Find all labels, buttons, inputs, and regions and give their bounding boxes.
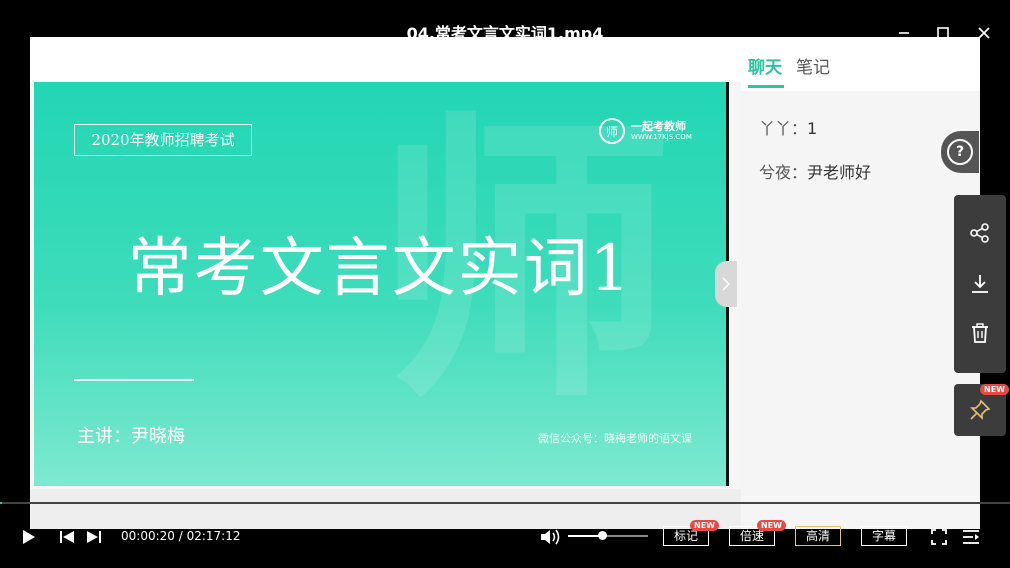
help-button[interactable]: ? [941, 131, 979, 173]
side-toolbar [954, 195, 1006, 373]
brand: 师 一起考教师 WWW.17KJS.COM [599, 118, 692, 144]
player-controls: 00:00:20 / 02:17:12 标记 NEW 倍速 NEW 高清 字幕 [0, 520, 1010, 552]
volume-icon [541, 529, 560, 545]
progress-bar[interactable] [0, 502, 1010, 504]
playlist-button[interactable] [960, 526, 982, 548]
volume-fill [568, 535, 602, 537]
panel-collapse-handle[interactable] [715, 261, 737, 307]
slide-divider [74, 379, 194, 381]
chat-user: 兮夜： [759, 163, 808, 182]
slide-main-title: 常考文言文实词1 [127, 232, 633, 306]
skip-next-icon [87, 531, 101, 543]
previous-button[interactable] [56, 526, 78, 548]
download-button[interactable] [966, 270, 994, 298]
playlist-icon [963, 530, 979, 544]
progress-fill [0, 502, 3, 504]
wechat-note: 微信公众号：晓梅老师的语文课 [538, 432, 692, 445]
side-panel: 聊天 笔记 丫丫：1 兮夜：尹老师好 [741, 37, 980, 529]
download-icon [972, 275, 988, 293]
delete-button[interactable] [966, 319, 994, 347]
volume-knob[interactable] [597, 531, 607, 540]
tab-active-indicator [748, 85, 784, 88]
brand-name: 一起考教师 [631, 119, 686, 133]
subtitle-button[interactable]: 字幕 [861, 526, 907, 546]
tab-notes[interactable]: 笔记 [796, 53, 830, 78]
brand-url: WWW.17KJS.COM [631, 132, 692, 141]
chat-message: 丫丫：1 [759, 115, 817, 139]
brand-logo-icon: 师 [599, 118, 625, 144]
panel-tabs: 聊天 笔记 [741, 37, 980, 91]
share-button[interactable] [966, 219, 994, 247]
pin-new-badge: NEW [980, 384, 1009, 395]
pin-icon [970, 399, 991, 420]
mark-new-badge: NEW [690, 520, 719, 531]
play-button[interactable] [18, 526, 40, 548]
next-button[interactable] [83, 526, 105, 548]
speaker-label: 主讲：尹晓梅 [77, 426, 185, 447]
play-icon [23, 530, 35, 544]
help-icon: ? [947, 139, 973, 165]
chat-user: 丫丫： [759, 119, 808, 138]
chevron-right-icon [722, 277, 730, 291]
chat-text: 1 [807, 119, 818, 138]
fullscreen-icon [931, 529, 947, 545]
title-bar: 04.常考文言文实词1.mp4 [0, 0, 1010, 43]
trash-icon [972, 323, 988, 343]
quality-button[interactable]: 高清 [795, 526, 841, 546]
chat-message: 兮夜：尹老师好 [759, 159, 871, 183]
volume-button[interactable] [540, 526, 562, 548]
share-icon [970, 223, 989, 243]
volume-slider[interactable] [568, 531, 648, 540]
exam-label: 2020年教师招聘考试 [74, 124, 252, 156]
skip-previous-icon [60, 531, 74, 543]
fullscreen-button[interactable] [928, 526, 950, 548]
video-slide[interactable]: 师 2020年教师招聘考试 师 一起考教师 WWW.17KJS.COM 常考文言… [34, 82, 729, 486]
chat-text: 尹老师好 [807, 163, 872, 182]
speed-new-badge: NEW [757, 520, 786, 531]
time-display: 00:00:20 / 02:17:12 [121, 529, 241, 543]
tab-chat[interactable]: 聊天 [748, 53, 782, 78]
